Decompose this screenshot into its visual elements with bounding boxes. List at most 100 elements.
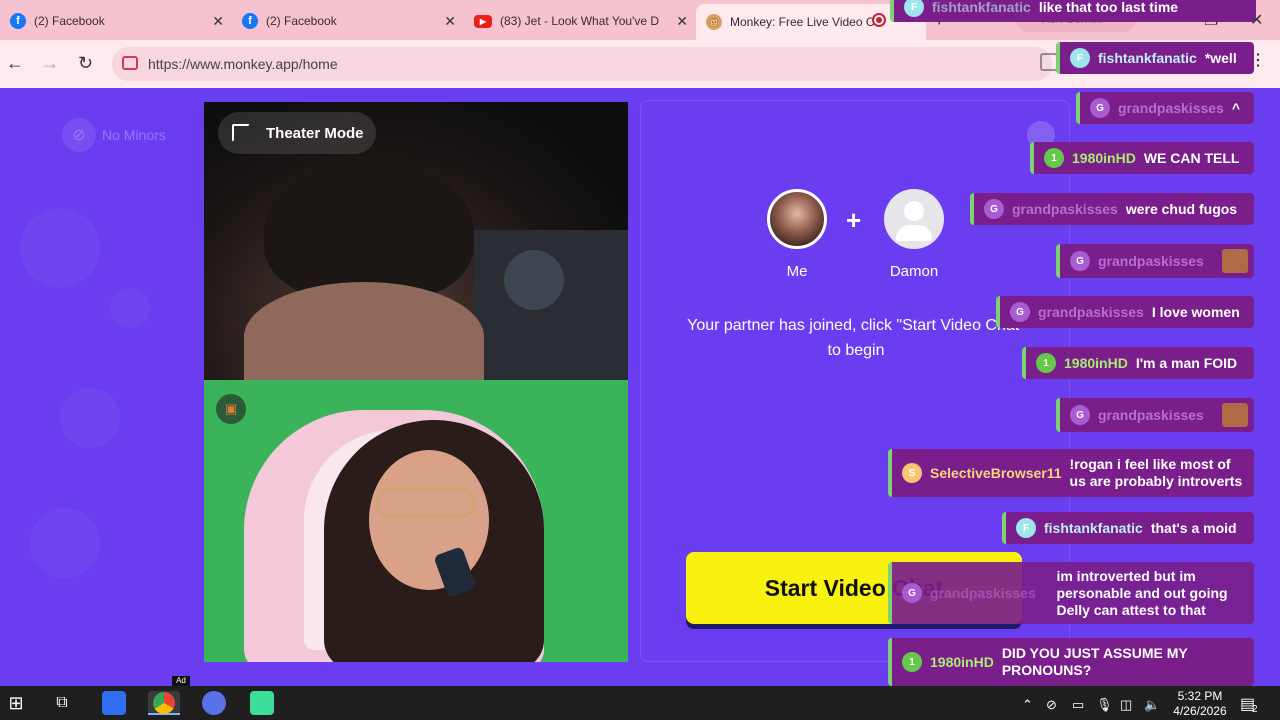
my-name-label: Me	[786, 263, 808, 280]
close-tab-icon[interactable]: ✕	[212, 13, 224, 30]
camera-badge-icon[interactable]: ▣	[216, 394, 246, 424]
chat-text: that's a moid	[1150, 520, 1237, 536]
my-avatar	[767, 189, 827, 249]
chat-message: G grandpaskisses ^	[1076, 92, 1254, 124]
chat-username: grandpaskisses	[1038, 304, 1144, 320]
chrome-taskbar-item[interactable]	[148, 691, 180, 715]
network-off-icon[interactable]: ⊘	[1046, 697, 1057, 713]
chat-message: 1 1980inHD I'm a man FOID	[1022, 347, 1254, 379]
forward-arrow-icon[interactable]: →	[41, 53, 59, 74]
chat-message: 1 1980inHD WE CAN TELL	[1030, 142, 1254, 174]
partner-video: Theater Mode	[204, 102, 628, 380]
chat-text: ^	[1231, 100, 1241, 116]
tab-facebook-1[interactable]: f (2) Facebook ✕	[0, 6, 230, 36]
no-minors-label: No Minors	[102, 127, 166, 143]
tab-title: (2) Facebook	[34, 14, 105, 28]
chat-username: grandpaskisses	[1098, 253, 1204, 269]
video-background	[474, 230, 628, 380]
reload-icon[interactable]: ↻	[78, 53, 93, 74]
task-view-icon[interactable]: ⧉	[50, 691, 74, 715]
chat-message: G grandpaskisses	[1056, 244, 1254, 278]
theater-mode-label: Theater Mode	[266, 124, 364, 142]
no-minors-toggle[interactable]: ⊘ No Minors	[62, 118, 166, 152]
camera-in-use-icon[interactable]	[122, 56, 138, 70]
user-avatar-icon: G	[1090, 98, 1110, 118]
chat-username: grandpaskisses	[930, 585, 1036, 601]
user-avatar-icon: G	[984, 199, 1004, 219]
discord-icon[interactable]	[202, 691, 226, 715]
chrome-icon	[153, 692, 175, 714]
partner-joined-message: Your partner has joined, click "Start Vi…	[687, 317, 1025, 359]
user-avatar-icon: 1	[902, 652, 922, 672]
wifi-icon[interactable]: ◫	[1120, 697, 1132, 713]
user-avatar-icon: F	[1070, 48, 1090, 68]
chat-message: F fishtankfanatic that's a moid	[1002, 512, 1254, 544]
chat-text: im introverted but im personable and out…	[1056, 567, 1228, 618]
notification-count: 2	[1252, 704, 1258, 715]
self-video: ▣	[204, 380, 628, 662]
clock-date[interactable]: 4/26/2026	[1166, 704, 1234, 718]
roblox-icon[interactable]	[102, 691, 126, 715]
chat-username: fishtankfanatic	[1044, 520, 1143, 536]
facebook-icon: f	[10, 13, 26, 29]
background-bubble	[20, 208, 100, 288]
back-arrow-icon[interactable]: ←	[6, 53, 24, 74]
background-bubble	[30, 508, 100, 578]
chat-message: G grandpaskisses were chud fugos	[970, 193, 1254, 225]
chat-username: fishtankfanatic	[1098, 50, 1197, 66]
microphone-icon[interactable]: 🎙	[1096, 697, 1113, 713]
app-icon[interactable]	[250, 691, 274, 715]
chat-username: 1980inHD	[1072, 150, 1136, 166]
url-text[interactable]: https://www.monkey.app/home	[148, 56, 338, 72]
tab-title: (83) Jet - Look What You've D	[500, 14, 660, 28]
chat-text: *well	[1204, 50, 1237, 66]
clock-time[interactable]: 5:32 PM	[1170, 689, 1230, 703]
user-avatar-icon: F	[904, 0, 924, 17]
tab-youtube[interactable]: ▶ (83) Jet - Look What You've D ✕	[464, 6, 694, 36]
chat-username: grandpaskisses	[1012, 201, 1118, 217]
chat-text: were chud fugos	[1125, 201, 1238, 217]
windows-taskbar: ⊞ ⧉ ⌃ ⊘ ▭ 🎙 ◫ 🔈 5:32 PM 4/26/2026 ▤ 2	[0, 686, 1280, 720]
chat-text: DID YOU JUST ASSUME MY PRONOUNS?	[1001, 645, 1188, 678]
windows-start-icon[interactable]: ⊞	[4, 691, 28, 715]
plus-icon: +	[846, 205, 862, 235]
user-avatar-icon: S	[902, 463, 922, 483]
chat-text: I love women	[1151, 304, 1240, 320]
chat-username: fishtankfanatic	[932, 0, 1031, 15]
chat-text: !rogan i feel like most of us are probab…	[1069, 456, 1243, 489]
tab-title: (2) Facebook	[266, 14, 337, 28]
partner-name-label: Damon	[889, 263, 939, 280]
facebook-icon: f	[242, 13, 258, 29]
user-avatar-icon: G	[1010, 302, 1030, 322]
background-bubble	[60, 388, 120, 448]
battery-icon[interactable]: ▭	[1072, 697, 1084, 713]
chat-username: SelectiveBrowser11	[930, 465, 1062, 481]
close-tab-icon[interactable]: ✕	[676, 13, 688, 30]
user-avatar-icon: G	[902, 583, 922, 603]
theater-mode-button[interactable]: Theater Mode	[218, 112, 376, 154]
chat-message: F fishtankfanatic like that too last tim…	[890, 0, 1256, 22]
emote-icon	[1221, 249, 1248, 273]
emote-icon	[1221, 403, 1248, 427]
chat-message: G grandpaskisses im introverted but im p…	[888, 562, 1254, 624]
user-avatar-icon: 1	[1044, 148, 1064, 168]
shield-icon: ⊘	[62, 118, 96, 152]
youtube-icon: ▶	[474, 14, 492, 28]
chat-message: F fishtankfanatic *well	[1056, 42, 1254, 74]
chat-message: G grandpaskisses	[1056, 398, 1254, 432]
recording-icon	[872, 13, 886, 27]
volume-icon[interactable]: 🔈	[1144, 697, 1160, 713]
chat-username: 1980inHD	[930, 654, 994, 670]
chat-message: G grandpaskisses I love women	[996, 296, 1254, 328]
chat-username: grandpaskisses	[1098, 407, 1204, 423]
video-subject	[376, 488, 476, 518]
close-tab-icon[interactable]: ✕	[444, 13, 456, 30]
user-avatar-icon: F	[1016, 518, 1036, 538]
expand-icon	[232, 124, 250, 142]
chat-username: grandpaskisses	[1118, 100, 1224, 116]
background-bubble	[110, 288, 150, 328]
tab-facebook-2[interactable]: f (2) Facebook ✕	[232, 6, 462, 36]
user-avatar-icon: G	[1070, 405, 1090, 425]
address-bar[interactable]: https://www.monkey.app/home	[112, 47, 1052, 81]
chevron-up-icon[interactable]: ⌃	[1022, 697, 1033, 713]
